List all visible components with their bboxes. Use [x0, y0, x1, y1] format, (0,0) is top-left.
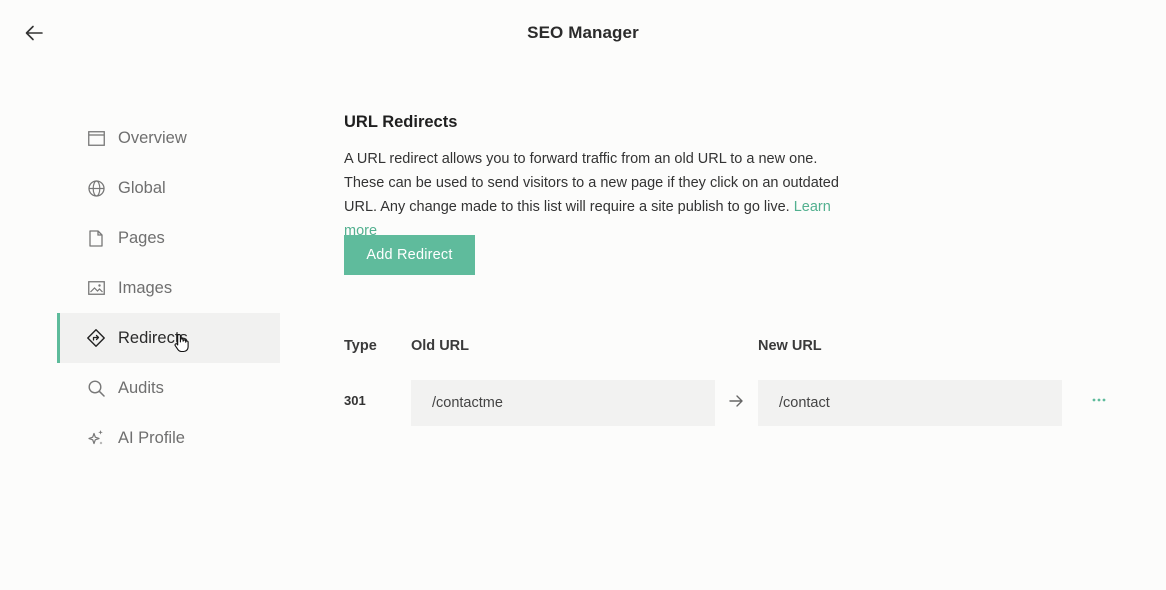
window-icon	[87, 129, 105, 147]
redirect-icon	[87, 329, 105, 347]
description: A URL redirect allows you to forward tra…	[344, 147, 844, 243]
page-title: SEO Manager	[527, 23, 639, 42]
column-header-old-url: Old URL	[411, 338, 469, 354]
sidebar-item-images[interactable]: Images	[57, 263, 280, 313]
sidebar-item-ai-profile[interactable]: AI Profile	[57, 413, 280, 463]
column-header-type: Type	[344, 338, 377, 354]
redirect-type: 301	[344, 393, 366, 408]
sparkle-icon	[87, 429, 105, 447]
sidebar-item-label: Global	[118, 178, 166, 197]
image-icon	[87, 279, 105, 297]
sidebar-item-global[interactable]: Global	[57, 163, 280, 213]
globe-icon	[87, 179, 105, 197]
sidebar-item-label: AI Profile	[118, 428, 185, 447]
section-title: URL Redirects	[344, 113, 458, 131]
description-text: A URL redirect allows you to forward tra…	[344, 151, 839, 215]
new-url-field[interactable]: /contact	[758, 380, 1062, 426]
sidebar-item-audits[interactable]: Audits	[57, 363, 280, 413]
sidebar: Overview Global Pages Images Redirects A…	[57, 113, 280, 463]
hand-cursor-icon	[174, 333, 189, 353]
page-icon	[87, 229, 105, 247]
add-redirect-button[interactable]: Add Redirect	[344, 235, 475, 275]
more-options-button[interactable]	[1088, 390, 1110, 410]
new-url-value: /contact	[779, 395, 830, 411]
sidebar-item-pages[interactable]: Pages	[57, 213, 280, 263]
arrow-right-icon	[729, 395, 743, 407]
sidebar-item-redirects[interactable]: Redirects	[57, 313, 280, 363]
sidebar-item-label: Overview	[118, 128, 187, 147]
ellipsis-icon	[1092, 398, 1106, 402]
sidebar-item-overview[interactable]: Overview	[57, 113, 280, 163]
sidebar-item-label: Images	[118, 278, 173, 297]
old-url-value: /contactme	[432, 395, 503, 411]
old-url-field[interactable]: /contactme	[411, 380, 715, 426]
sidebar-item-label: Pages	[118, 228, 165, 247]
sidebar-item-label: Audits	[118, 378, 164, 397]
column-header-new-url: New URL	[758, 338, 822, 354]
search-icon	[87, 379, 105, 397]
